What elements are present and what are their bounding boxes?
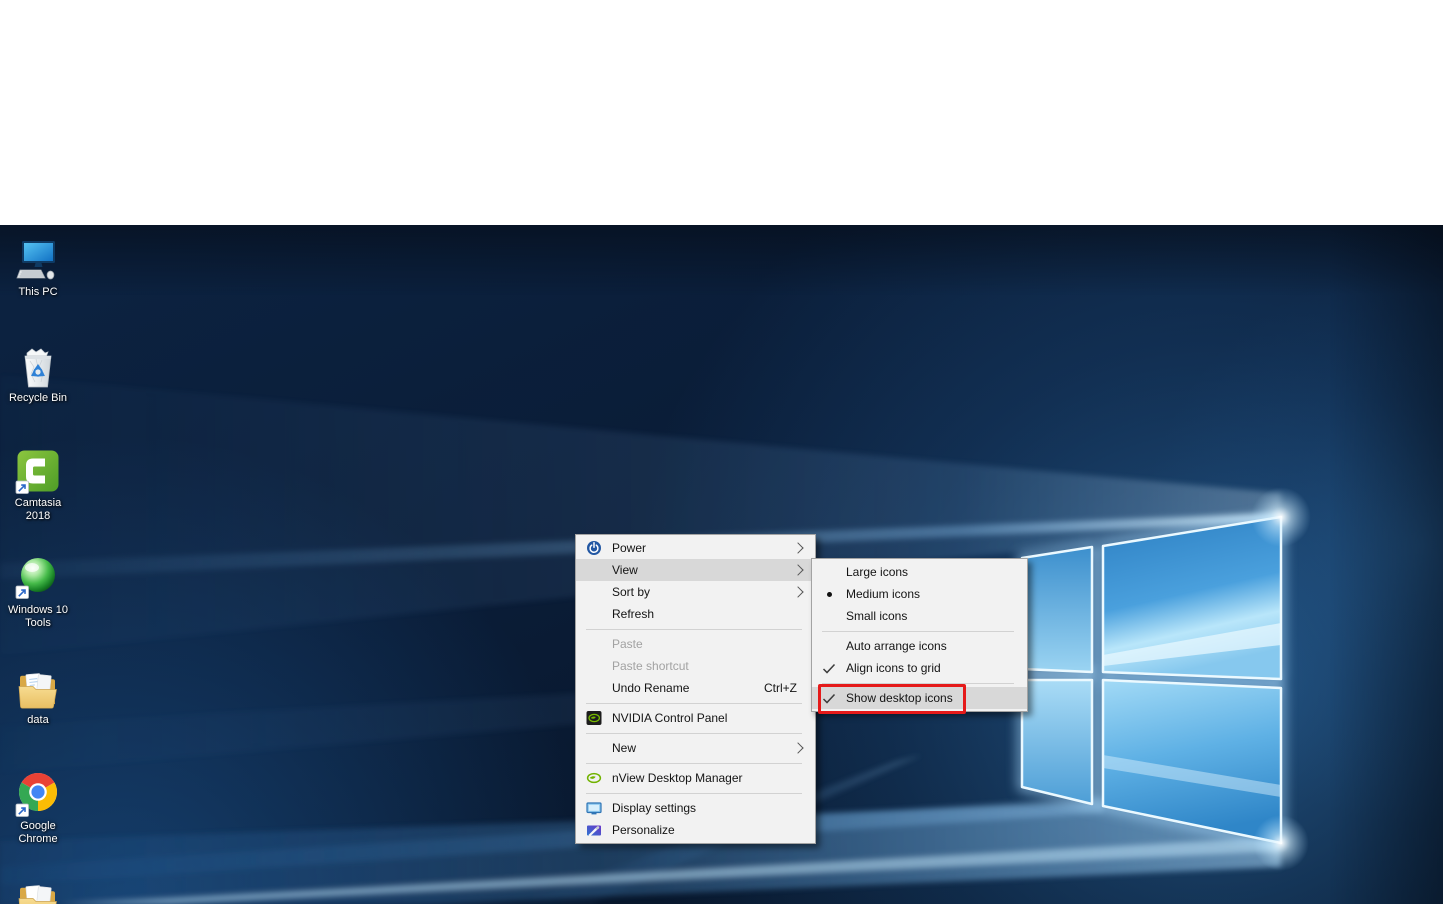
- menu-item-label: Power: [612, 541, 794, 555]
- icon-label: This PC: [18, 286, 57, 298]
- menu-item-label: Sort by: [612, 585, 794, 599]
- menu-item-power[interactable]: Power: [576, 537, 815, 559]
- windows-10-tools-icon: [14, 555, 62, 603]
- chevron-right-icon: [792, 742, 803, 753]
- menu-item-label: Undo Rename: [612, 681, 764, 695]
- menu-item-nvidia-control-panel[interactable]: NVIDIA Control Panel: [576, 707, 815, 729]
- menu-item-paste-shortcut[interactable]: Paste shortcut: [576, 655, 815, 677]
- top-white-band: [0, 0, 1443, 225]
- folder-icon: [14, 877, 62, 904]
- red-annotation-box: [818, 684, 966, 714]
- desktop[interactable]: This PC Recycle Bin: [0, 225, 1443, 904]
- menu-item-accelerator: Ctrl+Z: [764, 681, 815, 695]
- recycle-bin-icon: [14, 343, 62, 391]
- menu-item-sort-by[interactable]: Sort by: [576, 581, 815, 603]
- nvidia-icon: [586, 710, 602, 726]
- menu-item-undo-rename[interactable]: Undo Rename Ctrl+Z: [576, 677, 815, 699]
- icon-label: Google: [20, 820, 55, 832]
- display-icon: [586, 800, 602, 816]
- this-pc-icon: [14, 237, 62, 285]
- menu-item-label: Auto arrange icons: [846, 639, 1027, 653]
- menu-item-refresh[interactable]: Refresh: [576, 603, 815, 625]
- menu-item-label: Paste: [612, 637, 815, 651]
- screenshot: This PC Recycle Bin: [0, 0, 1443, 904]
- submenu-item-auto-arrange-icons[interactable]: Auto arrange icons: [812, 635, 1027, 657]
- menu-separator: [586, 703, 802, 704]
- submenu-item-medium-icons[interactable]: Medium icons: [812, 583, 1027, 605]
- menu-separator: [586, 763, 802, 764]
- desktop-icon-folder-partial[interactable]: [6, 877, 70, 904]
- data-folder-icon: [14, 665, 62, 713]
- power-icon: [586, 540, 602, 556]
- desktop-icon-data[interactable]: data: [6, 665, 70, 727]
- menu-item-label: NVIDIA Control Panel: [612, 711, 815, 725]
- icon-label: data: [27, 714, 48, 726]
- menu-item-label: Refresh: [612, 607, 815, 621]
- chevron-right-icon: [792, 542, 803, 553]
- desktop-icon-recycle-bin[interactable]: Recycle Bin: [6, 343, 70, 405]
- radio-bullet-icon: [827, 592, 832, 597]
- chevron-right-icon: [792, 564, 803, 575]
- menu-item-nview-desktop-manager[interactable]: nView Desktop Manager: [576, 767, 815, 789]
- desktop-icon-this-pc[interactable]: This PC: [6, 237, 70, 299]
- desktop-icon-google-chrome[interactable]: GoogleChrome: [6, 771, 70, 846]
- menu-item-label: Paste shortcut: [612, 659, 815, 673]
- chevron-right-icon: [792, 586, 803, 597]
- menu-separator: [586, 793, 802, 794]
- menu-item-new[interactable]: New: [576, 737, 815, 759]
- menu-item-label: Large icons: [846, 565, 1027, 579]
- menu-item-view[interactable]: View: [576, 559, 815, 581]
- submenu-item-align-icons-to-grid[interactable]: Align icons to grid: [812, 657, 1027, 679]
- shortcut-arrow-badge: [16, 804, 29, 817]
- desktop-icon-camtasia-2018[interactable]: Camtasia2018: [6, 448, 70, 523]
- desktop-context-menu: Power View Sort by Refresh Paste: [575, 534, 816, 844]
- menu-item-label: Personalize: [612, 823, 815, 837]
- google-chrome-icon: [14, 771, 62, 819]
- menu-item-label: Display settings: [612, 801, 815, 815]
- menu-separator: [822, 631, 1014, 632]
- shortcut-arrow-badge: [16, 481, 29, 494]
- menu-item-label: Small icons: [846, 609, 1027, 623]
- menu-item-label: View: [612, 563, 794, 577]
- shortcut-arrow-badge: [16, 586, 29, 599]
- icon-label: Camtasia: [15, 497, 61, 509]
- menu-item-display-settings[interactable]: Display settings: [576, 797, 815, 819]
- checkmark-icon: [822, 663, 836, 674]
- menu-item-personalize[interactable]: Personalize: [576, 819, 815, 841]
- camtasia-icon: [14, 448, 62, 496]
- menu-item-label: Align icons to grid: [846, 661, 1027, 675]
- menu-item-label: nView Desktop Manager: [612, 771, 815, 785]
- menu-item-paste[interactable]: Paste: [576, 633, 815, 655]
- submenu-item-large-icons[interactable]: Large icons: [812, 561, 1027, 583]
- personalize-icon: [586, 822, 602, 838]
- desktop-icon-windows-10-tools[interactable]: Windows 10Tools: [6, 555, 70, 630]
- icon-label: Recycle Bin: [9, 392, 67, 404]
- nview-icon: [586, 770, 602, 786]
- icon-label: Windows 10: [8, 604, 68, 616]
- submenu-item-small-icons[interactable]: Small icons: [812, 605, 1027, 627]
- menu-separator: [586, 733, 802, 734]
- menu-item-label: Medium icons: [846, 587, 1027, 601]
- menu-separator: [586, 629, 802, 630]
- menu-item-label: New: [612, 741, 794, 755]
